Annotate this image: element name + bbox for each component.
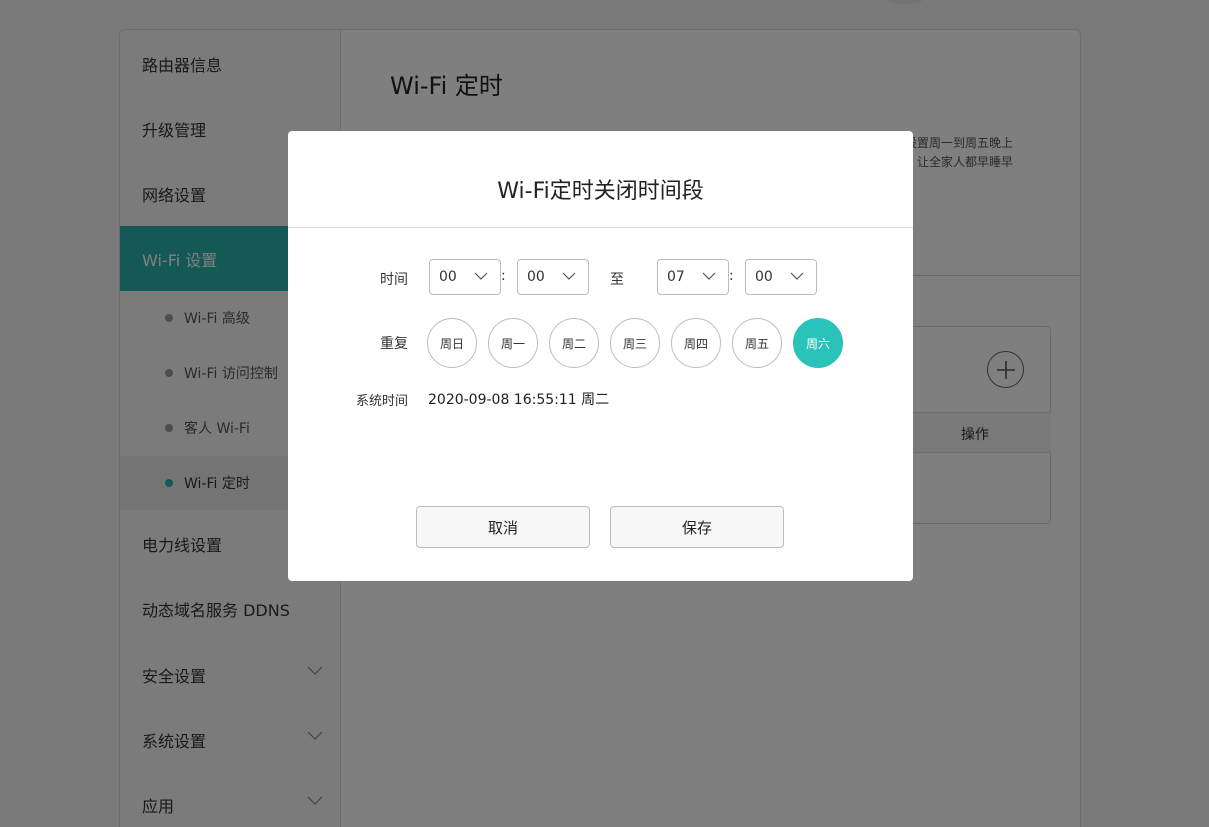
select-value: 07 [667, 269, 685, 285]
to-label: 至 [610, 272, 624, 288]
system-time-value: 2020-09-08 16:55:11 周二 [428, 392, 610, 408]
system-time-label: 系统时间 [355, 394, 408, 409]
select-value: 00 [527, 269, 545, 285]
select-value: 00 [439, 269, 457, 285]
day-toggle-friday[interactable]: 周五 [732, 318, 782, 368]
dialog-title: Wi-Fi定时关闭时间段 [497, 179, 704, 204]
time-colon: : [501, 268, 506, 284]
time-label: 时间 [380, 272, 408, 288]
schedule-dialog: Wi-Fi定时关闭时间段 时间 00 : 00 至 07 : 00 重复 周日 … [288, 131, 913, 581]
cancel-button[interactable]: 取消 [416, 506, 590, 548]
divider [288, 227, 913, 228]
start-hour-select[interactable]: 00 [429, 259, 501, 295]
time-colon: : [729, 268, 734, 284]
save-button[interactable]: 保存 [610, 506, 784, 548]
start-minute-select[interactable]: 00 [517, 259, 589, 295]
chevron-down-icon [562, 272, 576, 280]
end-minute-select[interactable]: 00 [745, 259, 817, 295]
day-toggle-sunday[interactable]: 周日 [427, 318, 477, 368]
day-toggle-tuesday[interactable]: 周二 [549, 318, 599, 368]
select-value: 00 [755, 269, 773, 285]
chevron-down-icon [702, 272, 716, 280]
day-toggle-monday[interactable]: 周一 [488, 318, 538, 368]
chevron-down-icon [474, 272, 488, 280]
chevron-down-icon [790, 272, 804, 280]
day-toggle-thursday[interactable]: 周四 [671, 318, 721, 368]
end-hour-select[interactable]: 07 [657, 259, 729, 295]
day-toggle-wednesday[interactable]: 周三 [610, 318, 660, 368]
day-toggle-saturday[interactable]: 周六 [793, 318, 843, 368]
repeat-label: 重复 [380, 336, 408, 352]
